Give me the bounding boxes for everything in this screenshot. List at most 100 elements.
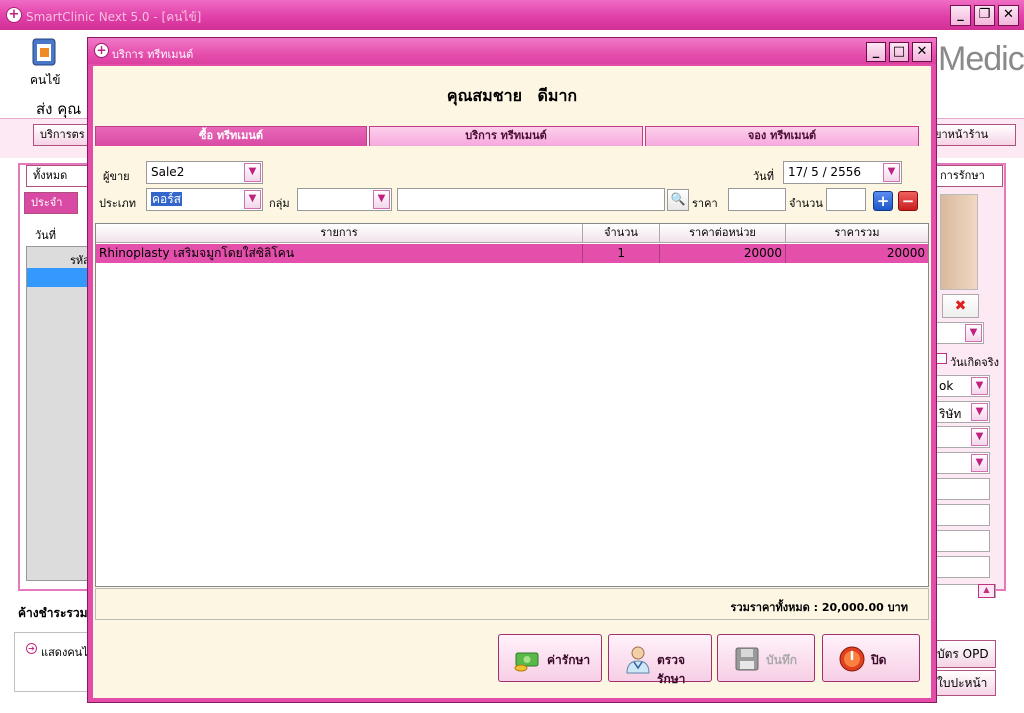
right-combo-1-value: ok <box>939 379 954 393</box>
chevron-down-icon: ▼ <box>971 377 988 395</box>
type-value: คอร์ส <box>151 192 183 206</box>
right-combo-1[interactable]: ok ▼ <box>936 375 990 397</box>
col-qty-header[interactable]: จำนวน <box>583 224 660 243</box>
cell-qty: 1 <box>583 244 660 263</box>
group-label: กลุ่ม <box>269 197 290 210</box>
bg-date-header: วันที่ <box>35 229 56 242</box>
patient-photo <box>940 194 978 290</box>
main-minimize-button[interactable]: _ <box>950 5 971 26</box>
tab-buy-treatment[interactable]: ซื้อ ทรีทเมนต์ <box>95 126 367 146</box>
date-value: 17/ 5 / 2556 <box>788 165 861 179</box>
chevron-down-icon: ▼ <box>883 163 900 182</box>
outstanding-label: ค้างชำระรวม <box>18 606 88 620</box>
seller-label: ผู้ขาย <box>103 170 130 183</box>
col-total-header[interactable]: ราคารวม <box>786 224 928 243</box>
birthday-checkbox[interactable] <box>936 353 947 364</box>
treatment-grid: รายการ จำนวน ราคาต่อหน่วย ราคารวม Rhinop… <box>95 223 929 587</box>
chevron-down-icon: ▼ <box>971 428 988 446</box>
bg-pharmacy-button[interactable]: ยาหน้าร้าน <box>928 124 1016 146</box>
arrow-right-icon[interactable]: ➔ <box>26 643 37 654</box>
dialog-close-button[interactable]: ✕ <box>912 42 932 62</box>
scroll-up-icon[interactable]: ▲ <box>978 584 995 598</box>
bg-service-button[interactable]: บริการตร <box>33 124 93 146</box>
main-restore-button[interactable]: ❐ <box>974 5 995 26</box>
save-button-label: บันทึก <box>766 653 797 667</box>
dialog-maximize-button[interactable]: □ <box>889 42 909 62</box>
toolbar-patient-label: คนไข้ <box>30 73 61 87</box>
grand-total: รวมราคาทั้งหมด : 20,000.00 บาท <box>730 601 908 614</box>
price-input[interactable] <box>728 188 786 211</box>
treatment-item-input[interactable] <box>397 188 665 211</box>
patient-toolbar-icon[interactable] <box>28 35 62 69</box>
group-select[interactable]: ▼ <box>297 188 392 211</box>
col-unit-price-header[interactable]: ราคาต่อหน่วย <box>660 224 786 243</box>
qty-label: จำนวน <box>789 197 823 210</box>
save-button[interactable]: บันทึก <box>717 634 815 682</box>
examine-button-label: ตรวจรักษา <box>657 653 686 686</box>
right-field-3[interactable] <box>936 530 990 552</box>
app-icon: + <box>6 7 22 23</box>
right-combo-3[interactable]: ▼ <box>936 426 990 448</box>
chevron-down-icon: ▼ <box>244 190 261 209</box>
seller-select[interactable]: Sale2 ▼ <box>146 161 263 184</box>
col-item-header[interactable]: รายการ <box>96 224 583 243</box>
right-combo-2[interactable]: ริษัท ▼ <box>936 401 990 423</box>
chevron-down-icon: ▼ <box>965 324 982 342</box>
search-icon[interactable]: 🔍 <box>667 189 689 211</box>
brand-text: Medic <box>938 40 1024 78</box>
qty-input[interactable] <box>826 188 866 211</box>
right-field-2[interactable] <box>936 504 990 526</box>
main-close-button[interactable]: ✕ <box>998 5 1019 26</box>
examine-button[interactable]: ตรวจรักษา <box>608 634 712 686</box>
add-item-button[interactable]: + <box>873 191 893 211</box>
bg-daily-tab[interactable]: ประจำวัน <box>24 192 78 229</box>
chevron-down-icon: ▼ <box>971 403 988 421</box>
right-field-4[interactable] <box>936 556 990 578</box>
opd-card-button[interactable]: บัตร OPD <box>930 640 996 668</box>
cell-total: 20000 <box>886 246 925 260</box>
treatment-tabs: ซื้อ ทรีทเมนต์ บริการ ทรีทเมนต์ จอง ทรีท… <box>93 126 931 146</box>
customer-name: คุณสมชาย ดีมาก <box>446 86 578 105</box>
main-titlebar: + SmartClinic Next 5.0 - [คนไข้] _ ❐ ✕ <box>0 0 1024 30</box>
left-selected-row[interactable] <box>27 268 96 287</box>
cell-unit-price: 20000 <box>660 244 786 263</box>
chevron-down-icon: ▼ <box>971 454 988 472</box>
receipt-cover-button[interactable]: ใบปะหน้า <box>930 670 996 696</box>
type-label: ประเภท <box>99 197 137 210</box>
remove-item-button[interactable]: − <box>898 191 918 211</box>
dialog-minimize-button[interactable]: _ <box>866 42 886 62</box>
right-combo-0[interactable]: ▼ <box>936 322 984 344</box>
bg-all-tab[interactable]: ทั้งหมด <box>26 165 92 187</box>
show-label: แสดงคนไ <box>41 646 88 659</box>
left-history-list[interactable] <box>26 246 96 581</box>
dialog-title: บริการ ทรีทเมนต์ <box>112 48 194 61</box>
dialog-app-icon: + <box>94 43 109 58</box>
main-window-title: SmartClinic Next 5.0 - [คนไข้] <box>26 10 202 24</box>
floppy-disk-icon <box>735 647 759 671</box>
table-row[interactable]: Rhinoplasty เสริมจมูกโดยใส่ซิลิโคน 1 200… <box>96 244 928 263</box>
tab-service-treatment[interactable]: บริการ ทรีทเมนต์ <box>369 126 643 146</box>
date-picker[interactable]: 17/ 5 / 2556 ▼ <box>783 161 902 184</box>
dialog-titlebar: + บริการ ทรีทเมนต์ _ □ ✕ <box>88 38 936 64</box>
doctor-icon <box>626 646 650 674</box>
seller-value: Sale2 <box>151 165 185 179</box>
close-button[interactable]: ปิด <box>822 634 920 682</box>
bg-treatment-tab[interactable]: การรักษา <box>933 165 1003 187</box>
fee-button[interactable]: ค่ารักษา <box>498 634 602 682</box>
date-label: วันที่ <box>753 170 774 183</box>
chevron-down-icon: ▼ <box>244 163 261 182</box>
money-icon <box>514 652 539 672</box>
tab-book-treatment[interactable]: จอง ทรีทเมนต์ <box>645 126 919 146</box>
dialog-body: คุณสมชาย ดีมาก ซื้อ ทรีทเมนต์ บริการ ทรี… <box>93 66 931 698</box>
right-combo-2-value: ริษัท <box>939 407 962 421</box>
total-bar: รวมราคาทั้งหมด : 20,000.00 บาท <box>95 588 929 620</box>
right-combo-4[interactable]: ▼ <box>936 452 990 474</box>
power-icon <box>839 646 865 672</box>
birthday-label: วันเกิดจริง <box>950 356 999 369</box>
close-button-label: ปิด <box>871 653 887 667</box>
fee-button-label: ค่ารักษา <box>547 653 591 667</box>
right-field-1[interactable] <box>936 478 990 500</box>
type-select[interactable]: คอร์ส ▼ <box>146 188 263 211</box>
chevron-down-icon: ▼ <box>373 190 390 209</box>
remove-photo-button[interactable]: ✖ <box>942 294 979 318</box>
